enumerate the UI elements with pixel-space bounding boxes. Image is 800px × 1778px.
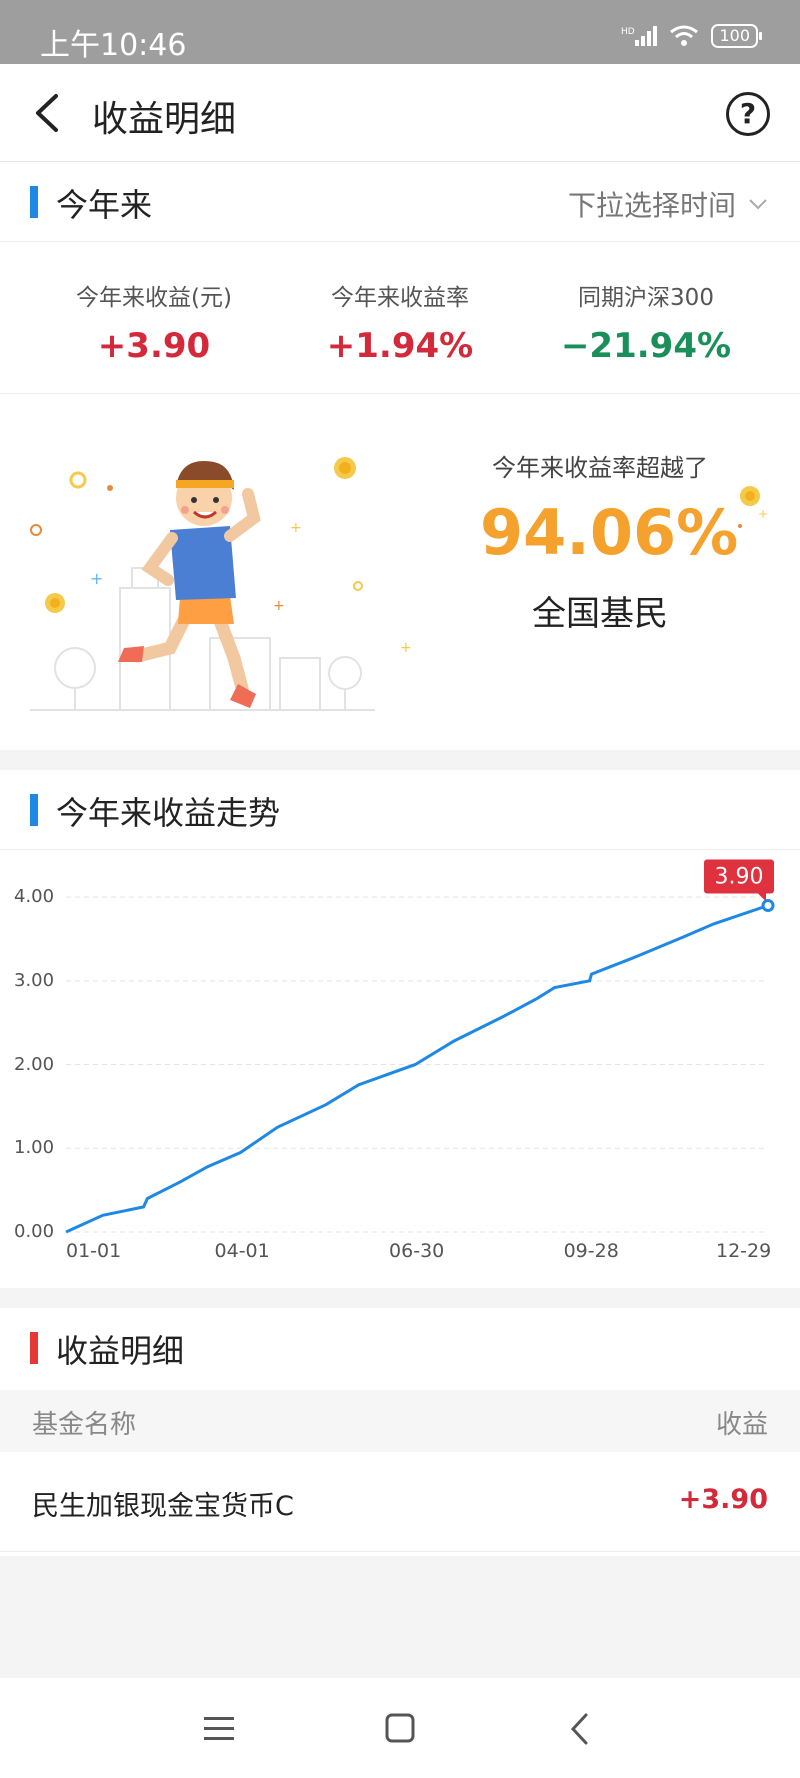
rank-percentile: 94.06% [480, 496, 739, 569]
stat-ytd-return-rate: 今年来收益率 +1.94% [270, 278, 530, 366]
status-time: 上午10:46 [40, 28, 187, 63]
trend-section-title: 今年来收益走势 [56, 794, 281, 832]
x-tick-label: 06-30 [389, 1240, 445, 1262]
y-tick-label: 3.00 [14, 969, 55, 991]
svg-text:HD: HD [621, 27, 635, 37]
period-select-label: 下拉选择时间 [567, 189, 736, 222]
ytd-section-header: 今年来 下拉选择时间 [0, 162, 800, 242]
page-title: 收益明细 [92, 99, 237, 140]
column-gain: 收益 [715, 1410, 768, 1440]
stat-value: +3.90 [97, 326, 211, 366]
trend-chart: 3.90 0.00 1.00 2.00 3.00 4.00 01-01 04-01 06-30… [0, 852, 800, 1308]
rank-label: 今年来收益率超越了 [492, 454, 708, 482]
battery-icon: 100 [711, 24, 762, 48]
top-nav-bar: 收益明细 ? [0, 64, 800, 162]
stat-label: 今年来收益(元) [76, 285, 232, 311]
wifi-icon [670, 25, 699, 46]
back-button[interactable] [26, 90, 72, 136]
section-accent-bar [30, 1332, 38, 1364]
stat-csi300: 同期沪深300 −21.94% [516, 278, 776, 366]
svg-text:+: + [90, 569, 103, 588]
x-tick-label: 01-01 [66, 1240, 122, 1262]
detail-table-header: 基金名称 收益 [0, 1390, 800, 1452]
home-icon[interactable] [384, 1712, 416, 1744]
detail-section-title: 收益明细 [56, 1332, 185, 1370]
y-tick-label: 0.00 [14, 1221, 55, 1242]
end-value-label: 3.90 [715, 864, 764, 889]
fund-gain: +3.90 [678, 1484, 768, 1515]
trend-section-header: 今年来收益走势 [0, 770, 800, 850]
trend-card: 今年来收益走势 3.90 0.00 1.00 2.00 3.00 4.00 01-01 04… [0, 770, 800, 1288]
menu-icon[interactable] [202, 1714, 236, 1744]
table-row[interactable]: 民生加银现金宝货币C +3.90 [0, 1452, 800, 1552]
end-value-tag: 3.90 [704, 859, 774, 902]
section-accent-bar [30, 186, 38, 218]
stat-label: 同期沪深300 [578, 285, 714, 311]
x-tick-label: 04-01 [214, 1240, 270, 1262]
svg-text:+: + [290, 520, 302, 536]
end-point [761, 898, 775, 912]
stat-label: 今年来收益率 [331, 285, 469, 311]
x-tick-label: 09-28 [563, 1240, 619, 1262]
column-fund-name: 基金名称 [32, 1410, 137, 1440]
stat-value: −21.94% [560, 326, 732, 366]
stat-ytd-gain: 今年来收益(元) +3.90 [24, 278, 284, 366]
stat-value: +1.94% [326, 326, 474, 366]
series-line [65, 904, 769, 1234]
chevron-down-icon [749, 199, 767, 210]
detail-card: 收益明细 基金名称 收益 民生加银现金宝货币C +3.90 [0, 1308, 800, 1556]
svg-text:+: + [400, 640, 412, 656]
svg-text:+: + [758, 507, 768, 521]
y-tick-label: 2.00 [14, 1053, 55, 1075]
rank-subject: 全国基民 [532, 594, 668, 634]
ytd-section-title: 今年来 [56, 186, 153, 224]
back-icon[interactable] [568, 1712, 592, 1746]
status-bar: 上午10:46 HD 100 [0, 0, 800, 64]
y-tick-label: 1.00 [14, 1137, 55, 1159]
help-button[interactable]: ? [726, 92, 770, 136]
coin-icon: + [738, 486, 768, 528]
stats-row: 今年来收益(元) +3.90 今年来收益率 +1.94% 同期沪深300 −21… [0, 244, 800, 394]
x-tick-label: 12-29 [716, 1240, 772, 1262]
rank-area: + + + + + 今年来收益率超越了 94.06% 全国基民 [0, 398, 800, 732]
section-accent-bar [30, 794, 38, 826]
detail-section-header: 收益明细 [0, 1308, 800, 1388]
signal-icon: HD [621, 26, 658, 46]
system-nav-bar [0, 1678, 800, 1778]
y-tick-label: 4.00 [14, 886, 55, 908]
running-man-illustration: + + + + [30, 457, 412, 711]
fund-name: 民生加银现金宝货币C [32, 1491, 294, 1522]
status-icons: HD 100 [621, 24, 762, 48]
ytd-summary-card: 今年来 下拉选择时间 今年来收益(元) +3.90 今年来收益率 +1.94% … [0, 162, 800, 750]
svg-text:+: + [273, 598, 285, 614]
period-select-dropdown[interactable]: 下拉选择时间 [568, 184, 768, 224]
question-circle-icon: ? [739, 97, 757, 130]
chevron-left-icon [36, 94, 58, 132]
